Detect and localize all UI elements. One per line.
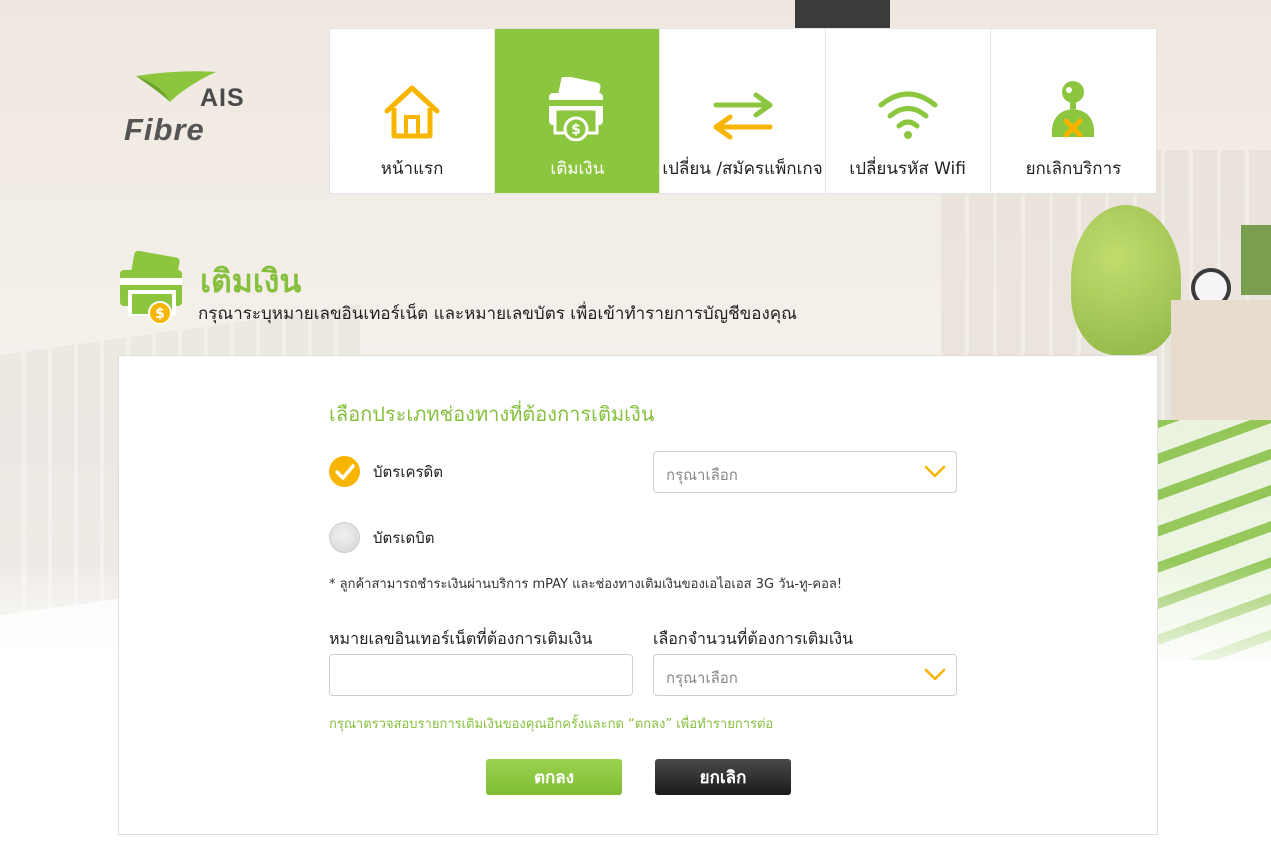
option-credit-card[interactable]: บัตรเครดิต — [329, 456, 443, 487]
topup-card-icon: $ — [549, 77, 604, 141]
option-credit-card-label: บัตรเครดิต — [373, 462, 444, 481]
home-icon — [384, 85, 440, 139]
card-select[interactable]: กรุณาเลือก — [653, 451, 957, 493]
main-nav: หน้าแรก $ เติมเงิน เปลี่ยน /สมัครแพ็กเกจ — [329, 28, 1157, 194]
internet-number-label: หมายเลขอินเทอร์เน็ตที่ต้องการเติมเงิน — [329, 629, 593, 648]
check-icon[interactable] — [329, 456, 360, 487]
svg-text:$: $ — [155, 306, 165, 322]
brand-name-bottom: Fibre — [124, 112, 205, 147]
topup-form-card: เลือกประเภทช่องทางที่ต้องการเติมเงิน บัต… — [118, 355, 1158, 835]
nav-item-package[interactable]: เปลี่ยน /สมัครแพ็กเกจ — [660, 29, 826, 193]
page-subtitle: กรุณาระบุหมายเลขอินเทอร์เน็ต และหมายเลขบ… — [198, 304, 797, 324]
amount-label: เลือกจำนวนที่ต้องการเติมเงิน — [653, 629, 854, 648]
nav-item-wifi[interactable]: เปลี่ยนรหัส Wifi — [826, 29, 991, 193]
swap-arrows-icon — [713, 92, 772, 140]
card-select-placeholder: กรุณาเลือก — [666, 466, 738, 484]
radio-unselected[interactable] — [329, 522, 360, 553]
cancel-service-icon — [1052, 81, 1095, 138]
svg-text:$: $ — [571, 122, 581, 138]
nav-item-home[interactable]: หน้าแรก — [330, 29, 496, 193]
nav-label-home: หน้าแรก — [380, 159, 444, 179]
ok-button[interactable]: ตกลง — [486, 759, 622, 795]
nav-label-package: เปลี่ยน /สมัครแพ็กเกจ — [662, 159, 823, 179]
ais-fibre-logo[interactable]: AIS Fibre — [122, 68, 257, 148]
wifi-icon — [878, 91, 938, 139]
chevron-down-icon — [924, 668, 946, 681]
brand-name-top: AIS — [200, 84, 245, 112]
confirm-note: กรุณาตรวจสอบรายการเติมเงินของคุณอีกครั้ง… — [329, 717, 774, 732]
option-debit-card[interactable]: บัตรเดบิต — [329, 522, 434, 553]
nav-label-wifi: เปลี่ยนรหัส Wifi — [849, 159, 966, 179]
nav-label-topup: เติมเงิน — [550, 159, 605, 179]
payment-note: * ลูกค้าสามารถชำระเงินผ่านบริการ mPAY แล… — [329, 577, 843, 592]
amount-select-placeholder: กรุณาเลือก — [666, 669, 738, 687]
amount-select[interactable]: กรุณาเลือก — [653, 654, 957, 696]
nav-item-cancel-service[interactable]: ยกเลิกบริการ — [991, 29, 1156, 193]
nav-item-topup[interactable]: $ เติมเงิน — [495, 29, 661, 193]
internet-number-input[interactable] — [329, 654, 633, 696]
topup-card-icon: $ — [120, 250, 182, 325]
cancel-button[interactable]: ยกเลิก — [655, 759, 791, 795]
chevron-down-icon — [924, 465, 946, 478]
section-title: เลือกประเภทช่องทางที่ต้องการเติมเงิน — [329, 402, 655, 426]
nav-label-cancel-service: ยกเลิกบริการ — [1025, 159, 1122, 179]
option-debit-card-label: บัตรเดบิต — [373, 528, 435, 547]
